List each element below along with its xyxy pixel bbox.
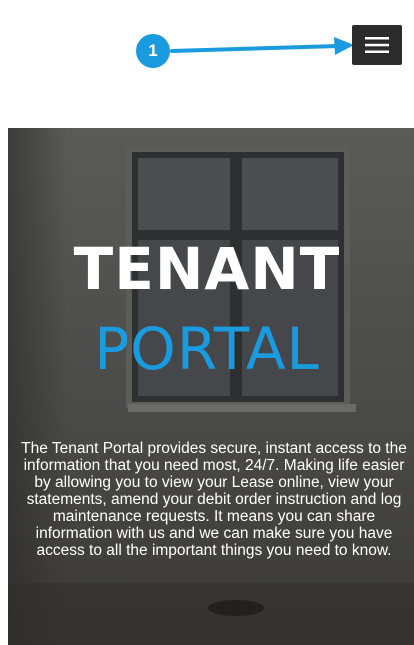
hero-title-tenant: TENANT (73, 235, 341, 303)
hero-description: The Tenant Portal provides secure, insta… (21, 440, 407, 559)
hero-title-portal: PORTAL (94, 315, 320, 383)
site-header: 1 (0, 0, 414, 128)
hamburger-icon (365, 37, 389, 53)
annotation-badge: 1 (136, 34, 170, 68)
annotation-arrow-icon (170, 37, 354, 55)
menu-button[interactable] (352, 25, 402, 65)
hero-section: TENANT PORTAL The Tenant Portal provides… (8, 128, 414, 645)
hero-background-image (8, 128, 414, 645)
